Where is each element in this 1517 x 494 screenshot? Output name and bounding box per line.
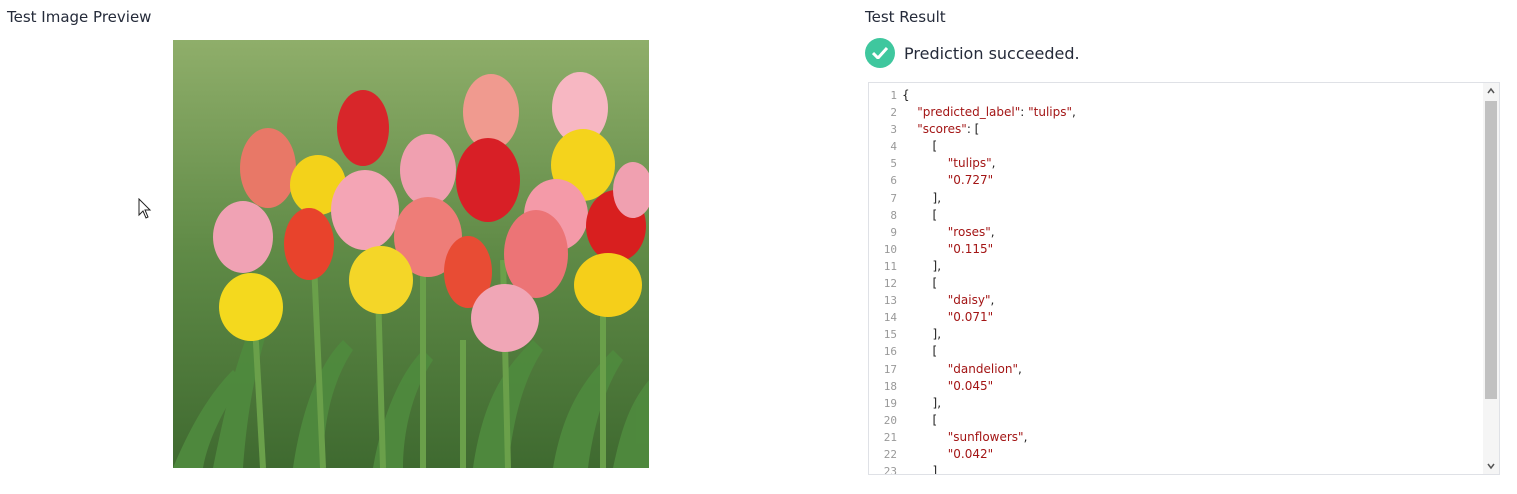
line-number: 19	[883, 396, 897, 410]
code-line: "scores": [	[917, 122, 980, 137]
code-line: "predicted_label": "tulips",	[917, 105, 1076, 120]
line-number: 17	[883, 362, 897, 376]
scroll-up-icon[interactable]	[1486, 86, 1496, 96]
line-number: 12	[883, 277, 897, 291]
line-number: 9	[890, 225, 897, 239]
code-line: ],	[902, 190, 942, 205]
code-line: ],	[902, 258, 942, 273]
scroll-down-icon[interactable]	[1486, 461, 1496, 471]
code-line: [	[902, 207, 938, 222]
check-circle-icon	[865, 38, 895, 68]
line-number: 14	[883, 311, 897, 325]
code-line: "tulips",	[947, 156, 996, 171]
line-number: 13	[883, 294, 897, 308]
mouse-cursor-icon	[138, 198, 152, 219]
code-line: [	[902, 344, 938, 359]
code-line: "sunflowers",	[947, 429, 1028, 444]
line-number: 11	[883, 259, 897, 273]
line-number: 20	[883, 413, 897, 427]
code-line: "0.727"	[947, 173, 994, 188]
line-number: 21	[883, 430, 897, 444]
line-number: 22	[883, 447, 897, 461]
json-code: { "predicted_label": "tulips", "scores":…	[902, 87, 1481, 475]
line-number: 10	[883, 242, 897, 256]
code-line: ],	[902, 327, 942, 342]
code-line: [	[902, 139, 938, 154]
line-number: 8	[890, 208, 897, 222]
line-number: 3	[890, 123, 897, 137]
code-line: [	[902, 276, 938, 291]
code-line: "0.115"	[947, 241, 994, 256]
line-number: 5	[890, 157, 897, 171]
line-number: 15	[883, 328, 897, 342]
line-number: 18	[883, 379, 897, 393]
code-line: ],	[902, 395, 942, 410]
code-line: "dandelion",	[947, 361, 1022, 376]
test-image	[173, 40, 649, 468]
line-number: 2	[890, 106, 897, 120]
scroll-thumb[interactable]	[1485, 101, 1497, 399]
status-text: Prediction succeeded.	[904, 43, 1080, 63]
line-number-gutter: 1 2 3 4 5 6 7 8 9 10 11 12 13 14 15 16 17 18 19 20 21 22 23	[869, 87, 897, 475]
code-line: ]	[902, 464, 938, 475]
code-line: "daisy",	[947, 293, 995, 308]
code-line: {	[902, 88, 910, 102]
line-number: 7	[890, 191, 897, 205]
vertical-scrollbar[interactable]	[1483, 83, 1499, 474]
line-number: 4	[890, 140, 897, 154]
code-line: [	[902, 412, 938, 427]
json-result-viewer[interactable]: 1 2 3 4 5 6 7 8 9 10 11 12 13 14 15 16 17 18 19 20 21 22 23 { …	[868, 82, 1500, 475]
code-line: "0.045"	[947, 378, 994, 393]
code-line: "0.042"	[947, 446, 994, 461]
preview-title: Test Image Preview	[7, 8, 152, 26]
line-number: 16	[883, 345, 897, 359]
code-line: "roses",	[947, 224, 995, 239]
prediction-status: Prediction succeeded.	[865, 38, 1080, 68]
line-number: 1	[890, 89, 897, 102]
code-line: "0.071"	[947, 310, 994, 325]
line-number: 6	[890, 174, 897, 188]
line-number: 23	[883, 465, 897, 475]
result-title: Test Result	[865, 8, 946, 26]
